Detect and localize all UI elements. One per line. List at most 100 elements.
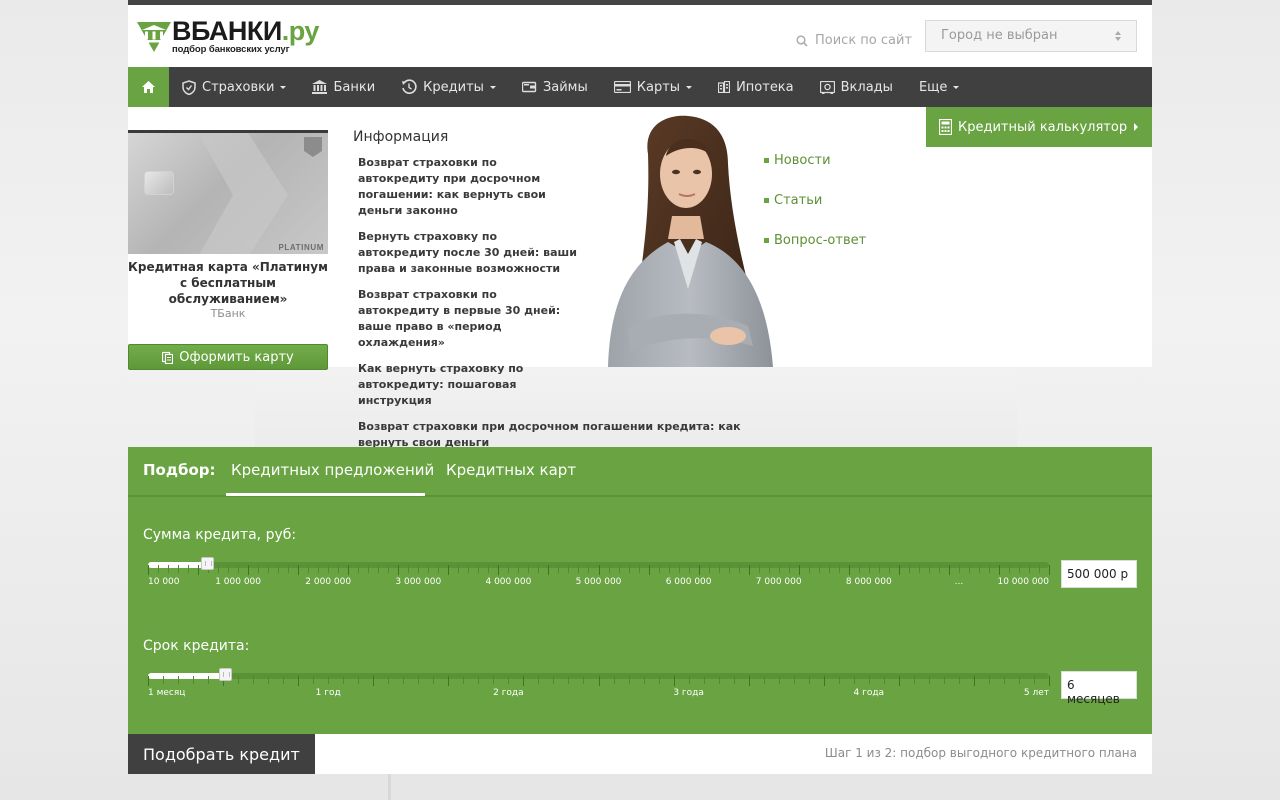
slider-tick (283, 676, 285, 684)
slider-tick (188, 565, 190, 573)
slider-tick (988, 676, 990, 684)
slider-tick (398, 565, 400, 575)
term-value-field[interactable]: 6 месяцев (1061, 671, 1137, 706)
link-label: Статьи (774, 192, 823, 208)
slider-tick (428, 565, 430, 573)
slider-tick (958, 676, 960, 684)
slider-tick (658, 676, 660, 684)
search-link[interactable]: Поиск по сайт (796, 33, 912, 48)
wallet-icon (521, 81, 537, 93)
info-article-link[interactable]: Возврат страховки по автокредиту при дос… (353, 155, 578, 219)
nav-home[interactable] (128, 67, 169, 107)
slider-tick (1018, 565, 1020, 573)
info-article-link[interactable]: Вернуть страховку по автокредиту после 3… (353, 229, 578, 277)
slider-tick (793, 676, 795, 684)
slider-tick (763, 676, 765, 684)
safe-icon (819, 80, 835, 94)
link-news[interactable]: Новости (764, 152, 866, 168)
slider-tick (823, 676, 825, 686)
slider-tick (373, 676, 375, 686)
amount-value-field[interactable]: 500 000 р (1061, 560, 1137, 588)
side-links: Новости Статьи Вопрос-ответ (764, 152, 866, 272)
slider-scale-label: 2 000 000 (305, 577, 352, 587)
slider-tick (198, 565, 200, 575)
slider-tick (268, 676, 270, 684)
nav-item-loans[interactable]: Займы (509, 67, 601, 107)
slider-tick (498, 565, 500, 575)
slider-tick (698, 565, 700, 575)
amount-slider-handle[interactable] (200, 557, 214, 570)
slider-tick (478, 676, 480, 684)
slider-tick (748, 676, 750, 686)
slider-tick (378, 565, 380, 573)
slider-tick (673, 676, 675, 686)
slider-tick (883, 676, 885, 684)
nav-item-label: Займы (542, 79, 588, 95)
caret-down-icon (953, 85, 960, 89)
slider-tick (658, 565, 660, 573)
city-select[interactable]: Город не выбран (925, 20, 1137, 52)
slider-tick (938, 565, 940, 573)
clock-arrow-icon (402, 79, 417, 94)
slider-scale-label: 1 год (315, 688, 341, 698)
term-label: Срок кредита: (143, 638, 250, 654)
bank-logo-icon (137, 22, 171, 52)
slider-tick (1018, 676, 1020, 684)
slider-tick (648, 565, 650, 575)
info-article-link[interactable]: Возврат страховки по автокредиту в первы… (353, 287, 578, 351)
nav-item-more[interactable]: Еще (906, 67, 972, 107)
slider-tick (538, 676, 540, 684)
slider-tick (943, 676, 945, 684)
bullet-icon (764, 197, 769, 203)
slider-tick (258, 565, 260, 573)
slider-scale-label: 10 000 (148, 577, 180, 587)
city-select-value: Город не выбран (941, 28, 1058, 43)
slider-tick (148, 565, 149, 575)
slider-scale-label: 4 года (853, 688, 885, 698)
find-credit-button[interactable]: Подобрать кредит (128, 734, 315, 774)
slider-tick (628, 565, 630, 573)
link-faq[interactable]: Вопрос-ответ (764, 232, 866, 248)
card-chip-icon (144, 171, 174, 195)
term-slider-handle[interactable] (218, 668, 232, 681)
slider-tick (578, 565, 580, 573)
slider-tick (583, 676, 585, 684)
slider-tick (738, 565, 740, 573)
tab-credit-cards[interactable]: Кредитных карт (446, 461, 576, 479)
amount-slider-ticks (148, 565, 1050, 575)
site-header: ВБАНКИ.ру подбор банковских услуг Поиск … (128, 5, 1152, 67)
slider-tick (438, 565, 440, 573)
form-label: Подбор: (143, 461, 216, 479)
slider-tick (508, 565, 510, 573)
slider-tick (358, 565, 360, 573)
select-arrows-icon (1115, 31, 1121, 41)
slider-tick (548, 565, 550, 575)
credit-calculator-button[interactable]: Кредитный калькулятор (926, 107, 1152, 147)
slider-tick (568, 676, 570, 684)
site-logo[interactable]: ВБАНКИ.ру подбор банковских услуг (137, 18, 319, 55)
slider-tick (328, 676, 330, 684)
nav-item-mortgage[interactable]: Ипотека (705, 67, 807, 107)
info-article-link[interactable]: Как вернуть страховку по автокредиту: по… (353, 361, 578, 409)
caret-down-icon (686, 85, 693, 89)
slider-tick (1049, 565, 1050, 575)
nav-item-credits[interactable]: Кредиты (388, 67, 509, 107)
nav-item-label: Вклады (840, 79, 893, 95)
nav-item-deposits[interactable]: Вклады (807, 67, 906, 107)
link-label: Новости (774, 152, 831, 168)
tab-credit-offers[interactable]: Кредитных предложений (231, 461, 434, 479)
slider-tick (808, 676, 810, 684)
slider-tick (458, 565, 460, 573)
nav-item-banks[interactable]: Банки (299, 67, 388, 107)
slider-tick (988, 565, 990, 573)
apply-card-button[interactable]: Оформить карту (128, 344, 328, 370)
nav-item-insurance[interactable]: Страховки (169, 67, 299, 107)
slider-tick (968, 565, 970, 573)
step-indicator: Шаг 1 из 2: подбор выгодного кредитного … (824, 746, 1137, 760)
card-title[interactable]: Кредитная карта «Платинум с бесплатным о… (128, 259, 328, 307)
nav-item-cards[interactable]: Карты (601, 67, 705, 107)
term-slider-ticks (148, 676, 1050, 686)
link-articles[interactable]: Статьи (764, 192, 866, 208)
slider-tick (788, 565, 790, 573)
credit-card-image[interactable]: PLATINUM (128, 130, 328, 254)
